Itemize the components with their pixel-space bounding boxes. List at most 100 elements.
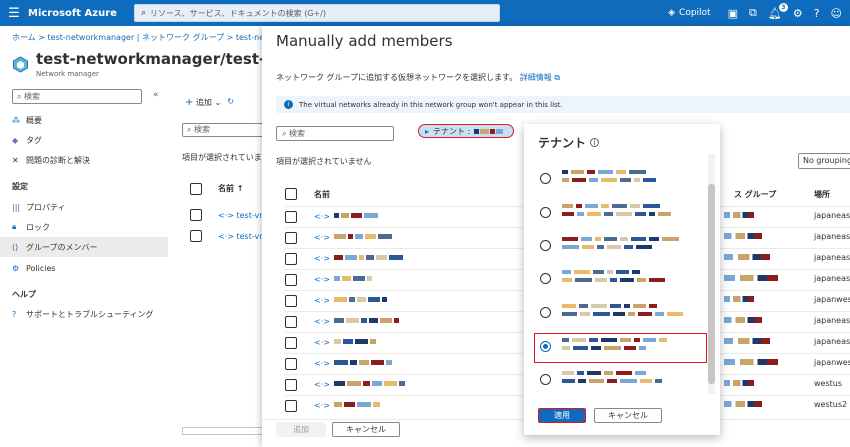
tenant-radio[interactable] (540, 207, 551, 218)
panel-search-placeholder: 検索 (289, 129, 306, 138)
row-checkbox[interactable] (285, 379, 297, 391)
learn-more-label: 詳細情報 (519, 73, 552, 82)
tenant-radio[interactable] (540, 374, 551, 385)
tenant-radio[interactable] (540, 240, 551, 251)
redacted-tenant-name-block (589, 379, 604, 383)
notifications-icon[interactable]: 🔔︎ 3 (768, 2, 788, 20)
search-icon: ⌕ (282, 129, 290, 138)
popup-cancel-button[interactable]: キャンセル (594, 408, 662, 423)
row-checkbox[interactable] (285, 400, 297, 412)
resource-group-column-header[interactable]: ス グループ (734, 189, 776, 200)
popup-scrollbar[interactable] (708, 154, 715, 394)
tenant-option[interactable] (540, 298, 700, 328)
copilot-button[interactable]: ◈ Copilot (668, 8, 710, 18)
tag-icon: ◆ (12, 135, 19, 145)
tenant-option[interactable] (540, 198, 700, 228)
redacted-tenant-name-block (655, 379, 662, 383)
row-checkbox[interactable] (285, 274, 297, 286)
sidebar-item-label: 概要 (26, 115, 42, 125)
cloud-shell-icon[interactable]: ▣ (728, 7, 738, 20)
select-all-checkbox[interactable] (190, 183, 202, 195)
tenant-radio[interactable] (540, 173, 551, 184)
redacted-tenant-name-block (585, 204, 598, 208)
refresh-icon[interactable]: ↻ (227, 97, 234, 108)
global-search-input[interactable]: ⌕ リソース、サービス、ドキュメントの検索 (G+/) (134, 4, 500, 22)
redacted-name-block (353, 276, 365, 281)
learn-more-link[interactable]: 詳細情報 ⧉ (520, 73, 560, 82)
sidebar-item-group-members[interactable]: ⟨⟩ グループのメンバー (0, 237, 168, 257)
sidebar-item-tags[interactable]: ◆ タグ (0, 130, 168, 150)
row-checkbox[interactable] (285, 337, 297, 349)
name-column-header[interactable]: 名前 ↑ (218, 183, 244, 195)
row-checkbox[interactable] (190, 209, 202, 221)
sidebar-item-overview[interactable]: ⁂ 概要 (0, 110, 168, 130)
menu-icon[interactable]: ☰ (0, 6, 28, 21)
cancel-button[interactable]: キャンセル (332, 422, 400, 437)
apply-button[interactable]: 適用 (538, 408, 586, 423)
grouping-select[interactable]: No grouping (798, 153, 850, 169)
panel-search-input[interactable]: ⌕ 検索 (276, 126, 394, 141)
tenant-radio[interactable] (540, 307, 551, 318)
tenant-option[interactable] (540, 164, 700, 194)
sidebar-item-properties[interactable]: ||| プロパティ (0, 197, 168, 217)
add-button[interactable]: 追加 (276, 422, 326, 437)
row-checkbox[interactable] (190, 230, 202, 242)
sidebar-item-policies[interactable]: ⚙ Policies (0, 258, 168, 278)
redacted-tenant-name-block (612, 204, 627, 208)
sidebar-search-input[interactable]: ⌕ 検索 (12, 89, 142, 104)
redacted-tenant-name-block (638, 312, 652, 316)
add-button[interactable]: + 追加 ⌄ (185, 97, 221, 108)
directory-icon[interactable]: ⧉ (749, 6, 757, 20)
name-column-header[interactable]: 名前 (314, 189, 330, 200)
row-checkbox[interactable] (285, 316, 297, 328)
horizontal-scrollbar[interactable] (182, 427, 272, 435)
location-column-header[interactable]: 場所 (814, 189, 830, 200)
sidebar-item-label: 問題の診断と解決 (26, 155, 90, 165)
tenant-filter-chip[interactable]: ▸ テナント : (418, 124, 514, 138)
redacted-tenant-name-block (636, 245, 652, 249)
feedback-icon[interactable]: ☺ (831, 7, 842, 20)
redacted-name-block (343, 339, 353, 344)
popup-scrollbar-thumb[interactable] (708, 184, 715, 384)
row-checkbox[interactable] (285, 232, 297, 244)
sidebar-item-lock[interactable]: 🔒︎ ロック (0, 217, 168, 237)
redacted-name-block (334, 339, 341, 344)
brand-name[interactable]: Microsoft Azure (28, 8, 138, 19)
redacted-name-block (378, 234, 392, 239)
tenant-radio[interactable] (540, 273, 551, 284)
redacted-name-block (399, 381, 405, 386)
redacted-tenant-name-block (601, 178, 617, 182)
diagnose-icon: ✕ (12, 155, 19, 165)
redacted-resource-group (724, 275, 778, 281)
redacted-name-block (364, 213, 378, 218)
select-all-checkbox[interactable] (285, 188, 297, 200)
vnet-icon: <·> (314, 275, 330, 284)
search-icon: ⌕ (17, 92, 25, 101)
help-icon[interactable]: ? (814, 7, 820, 20)
collapse-icon[interactable]: « (153, 90, 159, 100)
tenant-option[interactable] (540, 365, 700, 395)
table-row[interactable]: <·> test-vne (190, 209, 269, 221)
tenant-option[interactable] (540, 231, 700, 261)
sidebar-item-diagnose[interactable]: ✕ 問題の診断と解決 (0, 150, 168, 170)
row-checkbox[interactable] (285, 295, 297, 307)
tenant-option[interactable] (540, 264, 700, 294)
settings-icon[interactable]: ⚙ (793, 7, 803, 20)
redacted-name-block (334, 234, 346, 239)
row-checkbox[interactable] (285, 211, 297, 223)
redacted-name-block (384, 381, 397, 386)
redacted-tenant-name-block (601, 204, 609, 208)
redacted-name-block (394, 318, 399, 323)
background-toolbar: + 追加 ⌄ ↻ (185, 97, 234, 108)
row-checkbox[interactable] (285, 253, 297, 265)
redacted-tenant-name-block (562, 245, 579, 249)
sidebar-item-support[interactable]: ? サポートとトラブルシューティング (0, 304, 168, 324)
redacted-tenant-name-block (578, 379, 586, 383)
row-checkbox[interactable] (285, 358, 297, 370)
redacted-tenant-name-block (643, 178, 656, 182)
breadcrumb[interactable]: ホーム > test-networkmanager | ネットワーク グループ … (12, 32, 264, 43)
redacted-name-block (361, 318, 367, 323)
table-row[interactable]: <·> test-vne (190, 230, 269, 242)
background-filter-input[interactable]: ⌕ 検索 (182, 123, 272, 137)
overview-icon: ⁂ (12, 115, 20, 125)
